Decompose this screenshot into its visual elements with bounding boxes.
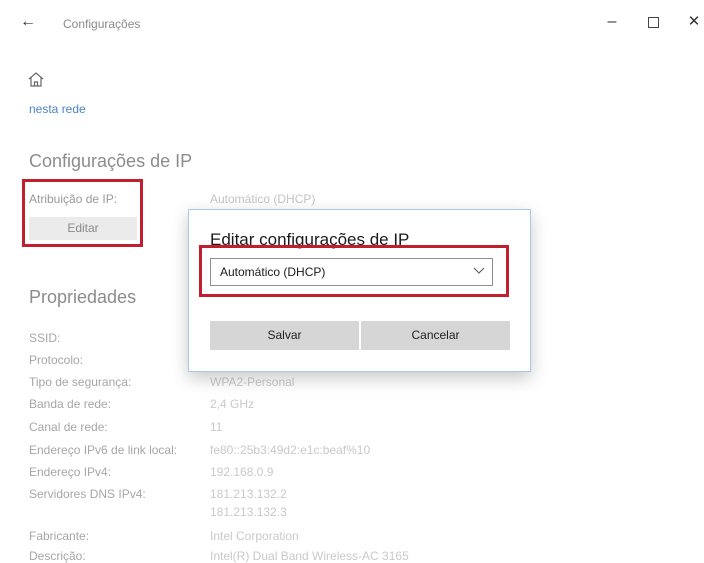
property-value: 192.168.0.9 bbox=[210, 465, 274, 479]
network-link[interactable]: nesta rede bbox=[29, 102, 86, 116]
property-label: Protocolo: bbox=[29, 353, 84, 367]
property-value: fe80::25b3:49d2:e1c:beaf%10 bbox=[210, 443, 371, 457]
property-value: 2,4 GHz bbox=[210, 397, 255, 411]
save-button[interactable]: Salvar bbox=[210, 321, 359, 350]
close-icon[interactable]: ✕ bbox=[684, 12, 704, 32]
back-arrow-icon[interactable]: ← bbox=[20, 12, 40, 32]
ip-settings-heading: Configurações de IP bbox=[29, 151, 193, 171]
home-icon[interactable] bbox=[26, 70, 46, 90]
properties-heading: Propriedades bbox=[29, 287, 137, 307]
cancel-button[interactable]: Cancelar bbox=[361, 321, 510, 350]
maximize-icon[interactable] bbox=[643, 12, 663, 32]
property-label: SSID: bbox=[29, 331, 61, 345]
property-label: Fabricante: bbox=[29, 529, 90, 543]
property-label: Endereço IPv4: bbox=[29, 465, 112, 479]
property-value-secondary: 181.213.132.3 bbox=[210, 505, 287, 519]
property-label: Tipo de segurança: bbox=[29, 375, 132, 389]
minimize-icon[interactable]: – bbox=[602, 12, 622, 32]
property-label: Endereço IPv6 de link local: bbox=[29, 443, 178, 457]
property-label: Servidores DNS IPv4: bbox=[29, 487, 146, 501]
ip-assignment-value: Automático (DHCP) bbox=[210, 192, 316, 206]
property-label: Banda de rede: bbox=[29, 397, 112, 411]
property-value: 181.213.132.2 bbox=[210, 487, 287, 501]
property-value: 11 bbox=[210, 420, 223, 434]
highlight-box-edit bbox=[22, 179, 143, 247]
property-label: Canal de rede: bbox=[29, 420, 108, 434]
window-title: Configurações bbox=[63, 17, 141, 31]
property-value: WPA2-Personal bbox=[210, 375, 295, 389]
property-value: Intel Corporation bbox=[210, 529, 299, 543]
title-bar: ← Configurações – ✕ bbox=[0, 0, 704, 44]
highlight-box-select bbox=[199, 245, 509, 297]
